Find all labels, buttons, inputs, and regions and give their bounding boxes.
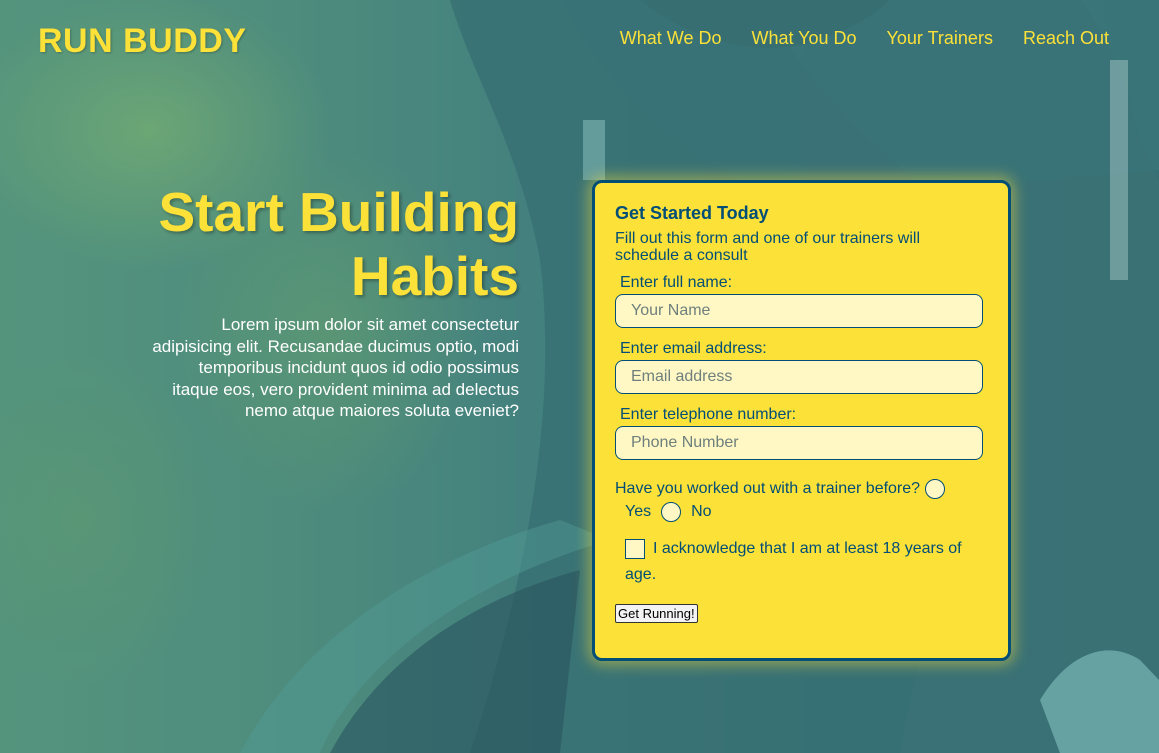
trainer-no-radio[interactable] bbox=[661, 502, 682, 522]
age-acknowledgement: I acknowledge that I am at least 18 year… bbox=[625, 536, 988, 588]
nav-link-your-trainers[interactable]: Your Trainers bbox=[887, 28, 993, 49]
signup-form: Get Started Today Fill out this form and… bbox=[592, 180, 1011, 661]
name-label: Enter full name: bbox=[620, 274, 733, 291]
hero-copy: Lorem ipsum dolor sit amet consectetur a… bbox=[152, 315, 519, 421]
phone-input[interactable] bbox=[615, 426, 983, 460]
name-input[interactable] bbox=[615, 294, 983, 328]
email-input[interactable] bbox=[615, 360, 983, 394]
trainer-radio-row: Yes No bbox=[625, 502, 988, 522]
hero-text: Start Building Habits Lorem ipsum dolor … bbox=[150, 180, 519, 422]
no-label: No bbox=[691, 503, 712, 520]
trainer-question: Have you worked out with a trainer befor… bbox=[615, 476, 988, 502]
trainer-question-text: Have you worked out with a trainer befor… bbox=[615, 480, 921, 497]
age-ack-label: I acknowledge that I am at least 18 year… bbox=[625, 540, 962, 583]
phone-label: Enter telephone number: bbox=[620, 406, 797, 423]
nav-link-what-we-do[interactable]: What We Do bbox=[620, 28, 722, 49]
email-label: Enter email address: bbox=[620, 340, 767, 357]
form-subtitle: Fill out this form and one of our traine… bbox=[615, 230, 921, 264]
yes-label: Yes bbox=[625, 503, 652, 520]
nav-link-what-you-do[interactable]: What You Do bbox=[751, 28, 856, 49]
site-logo[interactable]: RUN BUDDY bbox=[38, 22, 247, 61]
navbar: RUN BUDDY What We Do What You Do Your Tr… bbox=[0, 0, 1159, 80]
landing-page: RUN BUDDY What We Do What You Do Your Tr… bbox=[0, 0, 1159, 753]
hero-title: Start Building Habits bbox=[158, 181, 519, 307]
age-checkbox[interactable] bbox=[625, 538, 645, 559]
trainer-yes-radio[interactable] bbox=[924, 478, 945, 499]
get-running-button[interactable]: Get Running! bbox=[615, 604, 698, 623]
form-title: Get Started Today bbox=[615, 203, 769, 223]
nav-links: What We Do What You Do Your Trainers Rea… bbox=[620, 28, 1109, 49]
nav-link-reach-out[interactable]: Reach Out bbox=[1023, 28, 1109, 49]
